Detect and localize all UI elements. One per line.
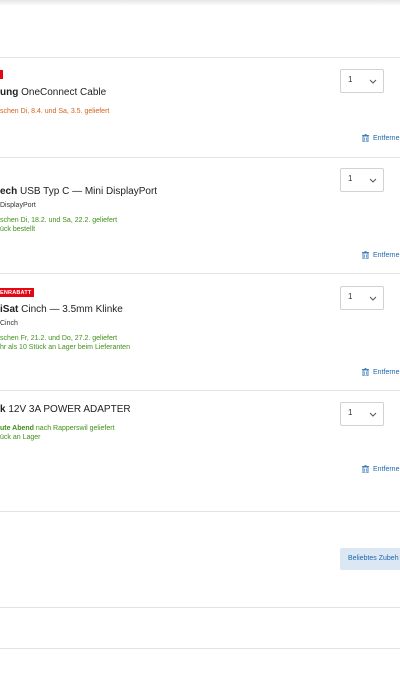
quantity-select[interactable]: 1 [340, 69, 384, 93]
delivery-info: schen Di, 8.4. und Sa, 3.5. geliefert [0, 108, 110, 115]
stock-info: ück bestellt [0, 226, 36, 233]
product-thumbnail-edge [0, 70, 3, 79]
stock-info: hr als 10 Stück an Lager beim Lieferante… [0, 344, 130, 351]
quantity-value: 1 [348, 408, 353, 417]
remove-button[interactable]: Entferne [362, 368, 400, 377]
discount-badge: ENRABATT [0, 288, 35, 297]
popular-accessories-button[interactable]: Beliebtes Zubeh [340, 548, 400, 570]
header-shadow [0, 0, 400, 6]
product-name: OneConnect Cable [18, 87, 107, 98]
delivery-info: schen Di, 18.2. und Sa, 22.2. geliefert [0, 217, 118, 224]
product-brand: ech [0, 186, 18, 197]
quantity-select[interactable]: 1 [340, 402, 384, 426]
trash-icon [362, 368, 369, 377]
divider [0, 157, 400, 158]
remove-button[interactable]: Entferne [362, 134, 400, 143]
remove-label: Entferne [373, 466, 400, 473]
quantity-value: 1 [348, 292, 353, 301]
remove-button[interactable]: Entferne [362, 251, 400, 260]
remove-label: Entferne [373, 135, 400, 142]
remove-button[interactable]: Entferne [362, 465, 400, 474]
product-title[interactable]: ech USB Typ C — Mini DisplayPort [0, 186, 157, 197]
divider [0, 57, 400, 58]
trash-icon [362, 251, 369, 260]
divider [0, 511, 400, 512]
chevron-down-icon [369, 412, 377, 417]
trash-icon [362, 465, 369, 474]
chevron-down-icon [369, 178, 377, 183]
delivery-info: schen Fr, 21.2. und Do, 27.2. geliefert [0, 335, 118, 342]
product-title[interactable]: k 12V 3A POWER ADAPTER [0, 404, 131, 415]
remove-label: Entferne [373, 369, 400, 376]
trash-icon [362, 134, 369, 143]
divider [0, 273, 400, 274]
chevron-down-icon [369, 79, 377, 84]
product-variant: Cinch [0, 320, 18, 327]
product-variant: DisplayPort [0, 202, 36, 209]
quantity-value: 1 [348, 174, 353, 183]
delivery-highlight: ute Abend [0, 425, 34, 432]
divider [0, 648, 400, 649]
product-brand: iSat [0, 304, 19, 315]
divider [0, 607, 400, 608]
divider [0, 390, 400, 391]
quantity-select[interactable]: 1 [340, 286, 384, 310]
quantity-value: 1 [348, 75, 353, 84]
stock-info: ück an Lager [0, 434, 41, 441]
chevron-down-icon [369, 296, 377, 301]
product-brand: ung [0, 87, 19, 98]
delivery-text: nach Rapperswil geliefert [33, 425, 115, 432]
product-name: Cinch — 3.5mm Klinke [18, 304, 123, 315]
quantity-select[interactable]: 1 [340, 168, 384, 192]
product-title[interactable]: iSat Cinch — 3.5mm Klinke [0, 304, 123, 315]
product-title[interactable]: ung OneConnect Cable [0, 87, 106, 98]
delivery-info: ute Abend nach Rapperswil geliefert [0, 425, 115, 432]
product-name: USB Typ C — Mini DisplayPort [17, 186, 158, 197]
remove-label: Entferne [373, 252, 400, 259]
product-name: 12V 3A POWER ADAPTER [5, 404, 131, 415]
